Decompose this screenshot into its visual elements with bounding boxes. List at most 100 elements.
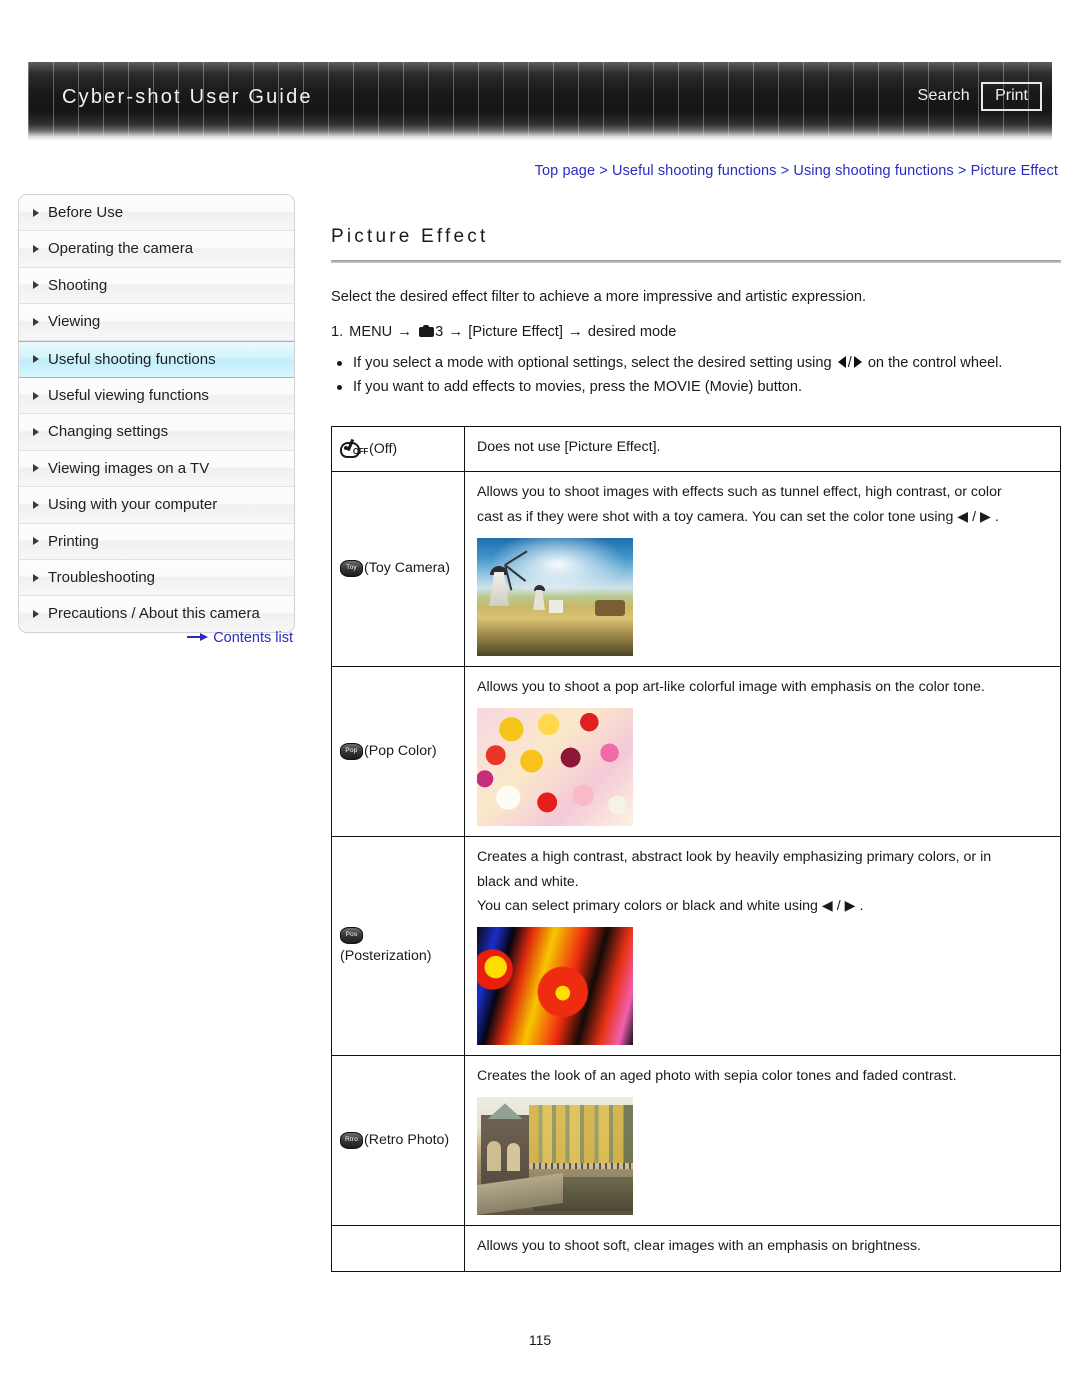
chevron-right-icon [33,573,39,582]
table-row: Rtro (Retro Photo) Creates the look of a… [331,1055,1061,1227]
effect-desc-cell-pop-color: Allows you to shoot a pop art-like color… [464,665,1061,838]
toy-camera-icon: Toy [340,560,363,578]
sidebar-item-before-use[interactable]: Before Use [19,195,294,232]
effect-label-cell-pop-color: Pop (Pop Color) [331,665,465,838]
sample-image-pop-color [477,708,633,827]
effect-desc-line: Does not use [Picture Effect]. [477,439,661,456]
effect-label: (Retro Photo) [364,1132,450,1149]
page-number: 115 [528,1332,552,1348]
sidebar-item-label: Troubleshooting [48,568,156,586]
arrow-right-glyph: → [448,322,464,340]
table-row: Pop (Pop Color) Allows you to shoot a po… [331,665,1061,838]
pop-color-icon: Pop [340,742,363,760]
search-button[interactable]: Search [918,87,971,105]
effect-desc-line: black and white. [477,873,579,890]
chevron-right-icon [33,281,39,290]
sidebar-item-shooting[interactable]: Shooting [19,267,294,305]
note-item-optional-settings: If you select a mode with optional setti… [337,352,1061,376]
chevron-right-icon [33,355,39,364]
breadcrumb-separator: > [780,163,790,179]
effect-desc-cell-posterization: Creates a high contrast, abstract look b… [464,836,1061,1057]
sidebar-item-label: Viewing images on a TV [48,459,210,477]
sidebar-item-using-with-your-computer[interactable]: Using with your computer [19,487,294,524]
step-tab-number: 3 [435,323,444,340]
intro-text: Select the desired effect filter to achi… [331,289,867,305]
page-title: Picture Effect [331,226,489,247]
breadcrumb-separator: > [957,163,967,179]
sidebar-item-operating-the-camera[interactable]: Operating the camera [19,231,294,268]
chevron-right-icon [33,317,39,326]
sidebar-item-viewing[interactable]: Viewing [19,304,294,341]
sidebar-item-printing[interactable]: Printing [19,523,294,560]
paint-off-icon: OFF [340,438,368,458]
breadcrumb[interactable]: Top page > Useful shooting functions > U… [535,163,1058,179]
effect-label: (Toy Camera) [364,560,450,577]
sidebar-item-label: Operating the camera [48,240,194,258]
sidebar-item-label: Changing settings [48,423,169,441]
table-row: Allows you to shoot soft, clear images w… [331,1225,1061,1272]
table-row: Pos (Posterization) Creates a high contr… [331,836,1061,1057]
table-row: OFF (Off) Does not use [Picture Effect]. [331,426,1061,473]
note-text-a: If you select a mode with optional setti… [353,354,832,371]
sidebar-item-troubleshooting[interactable]: Troubleshooting [19,559,294,597]
sidebar-item-changing-settings[interactable]: Changing settings [19,414,294,451]
effect-label-cell-toy-camera: Toy (Toy Camera) [331,471,465,667]
notes-list: If you select a mode with optional setti… [331,352,1061,400]
print-button[interactable]: Print [981,82,1042,111]
breadcrumb-item-top-page[interactable]: Top page [535,163,595,179]
effect-desc-line: cast as if they were shot with a toy cam… [477,508,999,525]
sidebar-item-viewing-images-on-a-tv[interactable]: Viewing images on a TV [19,450,294,488]
effect-desc-cell-off: Does not use [Picture Effect]. [464,426,1061,473]
breadcrumb-item-picture-effect[interactable]: Picture Effect [971,163,1058,179]
sidebar-item-useful-viewing-functions[interactable]: Useful viewing functions [19,377,294,415]
sidebar-item-label: Before Use [48,204,124,221]
effect-label-cell-retro-photo: Rtro (Retro Photo) [331,1055,465,1227]
sample-image-toy-camera [477,537,633,656]
sidebar-item-precautions-about-this-camera[interactable]: Precautions / About this camera [19,596,294,632]
effect-desc-cell-partial: Allows you to shoot soft, clear images w… [464,1225,1061,1272]
table-row: Toy (Toy Camera) Allows you to shoot ima… [331,471,1061,667]
chevron-right-icon [33,609,39,618]
main-content: Picture Effect Select the desired effect… [331,194,1061,1272]
effect-label: (Off) [369,440,398,457]
sidebar-item-label: Useful shooting functions [48,350,216,368]
sample-image-posterization [477,927,633,1046]
arrow-right-glyph: → [567,322,583,340]
sidebar-item-label: Shooting [48,276,108,294]
arrow-right-icon [187,632,209,642]
sidebar-item-label: Viewing [48,313,101,331]
effect-label-cell-partial [331,1225,465,1272]
retro-photo-icon: Rtro [340,1132,363,1150]
effect-label-cell-posterization: Pos (Posterization) [331,836,465,1057]
note-text-b: on the control wheel. [867,354,1003,371]
header-bar: Cyber-shot User Guide Search Print [28,62,1052,136]
site-title: Cyber-shot User Guide [62,86,313,108]
breadcrumb-item-useful-shooting-functions[interactable]: Useful shooting functions [612,163,777,179]
chevron-right-icon [33,500,39,509]
retro-photo-icon-text: Rtro [340,1132,363,1150]
effect-desc-cell-retro-photo: Creates the look of an aged photo with s… [464,1055,1061,1227]
chevron-right-icon [33,208,39,217]
header-divider [28,136,1052,140]
off-icon-text: OFF [352,446,368,456]
contents-list-link[interactable]: Contents list [18,630,293,646]
site-header: Cyber-shot User Guide Search Print [0,62,1080,140]
step-number: 1. [331,323,344,340]
effect-desc-line: Allows you to shoot soft, clear images w… [477,1238,921,1255]
sidebar-nav[interactable]: Before Use Operating the camera Shooting… [18,194,295,633]
effect-label: (Posterization) [340,948,432,965]
picture-effect-table: OFF (Off) Does not use [Picture Effect].… [331,426,1061,1272]
toy-camera-icon-text: Toy [340,560,363,578]
breadcrumb-item-using-shooting-functions[interactable]: Using shooting functions [793,163,953,179]
effect-label: (Pop Color) [364,742,437,759]
sidebar-item-useful-shooting-functions[interactable]: Useful shooting functions [19,340,294,378]
chevron-right-icon [33,245,39,254]
effect-desc-line: Allows you to shoot images with effects … [477,484,1002,501]
effect-label-cell-off: OFF (Off) [331,426,465,473]
right-arrow-icon [853,355,862,368]
chevron-right-icon [33,537,39,546]
camera-icon [419,324,435,337]
arrow-right-glyph: → [397,322,413,340]
contents-list-label: Contents list [213,630,293,646]
sample-image-retro-photo [477,1097,633,1216]
